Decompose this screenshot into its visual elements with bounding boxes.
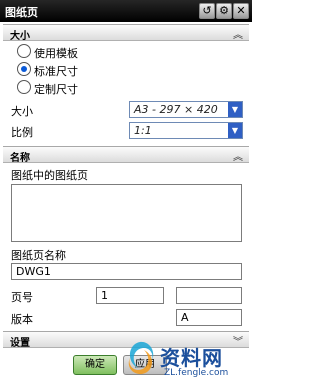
revision-input[interactable]: A [176,309,242,326]
radio-custom-size-label: 定制尺寸 [34,83,78,96]
revision-label: 版本 [11,313,33,326]
size-select[interactable]: A3 - 297 × 420 ▼ [129,101,243,118]
sheets-list[interactable] [11,184,242,242]
radio-standard-size[interactable] [17,62,31,76]
revision-value: A [181,311,189,324]
watermark-url: ZL.fengle.com [164,368,229,378]
name-section-title: 名称 [10,153,30,164]
page-number-input[interactable]: 1 [96,287,164,304]
sheet-name-input[interactable]: DWG1 [11,263,242,280]
page-number-input-2[interactable] [176,287,242,304]
scale-select[interactable]: 1:1 ▼ [129,122,243,139]
watermark-logo: 资料网 ZL.fengle.com [120,338,252,381]
sheet-name-value: DWG1 [16,265,51,278]
radio-custom-size[interactable] [17,80,31,94]
size-section-header[interactable]: 大小 ︽ [3,24,249,42]
watermark-text: 资料网 [160,346,223,370]
size-select-value: A3 - 297 × 420 [134,103,218,116]
reset-icon[interactable]: ↺ [199,3,215,19]
sheets-in-drawing-label: 图纸中的图纸页 [11,169,88,182]
dropdown-arrow-icon[interactable]: ▼ [228,102,242,117]
window-title: 图纸页 [5,6,38,19]
scale-select-value: 1:1 [134,124,152,137]
close-icon[interactable]: ✕ [233,3,249,19]
size-section-title: 大小 [10,31,30,42]
gear-icon[interactable]: ⚙ [216,3,232,19]
radio-standard-size-label: 标准尺寸 [34,65,78,78]
radio-use-template[interactable] [17,44,31,58]
ok-button[interactable]: 确定 [73,355,117,375]
watermark-swirl-icon [128,341,154,375]
name-section-header[interactable]: 名称 ︽ [3,146,249,164]
settings-section-title: 设置 [10,338,30,349]
size-label: 大小 [11,105,33,118]
page-number-label: 页号 [11,291,33,304]
dropdown-arrow-icon[interactable]: ▼ [228,123,242,138]
page-number-value: 1 [101,289,108,302]
chevron-up-icon: ︽ [233,30,243,41]
window-titlebar: 图纸页 ↺ ⚙ ✕ [0,0,252,22]
sheet-name-label: 图纸页名称 [11,249,66,262]
radio-use-template-label: 使用模板 [34,47,78,60]
chevron-up-icon: ︽ [233,152,243,163]
scale-label: 比例 [11,126,33,139]
